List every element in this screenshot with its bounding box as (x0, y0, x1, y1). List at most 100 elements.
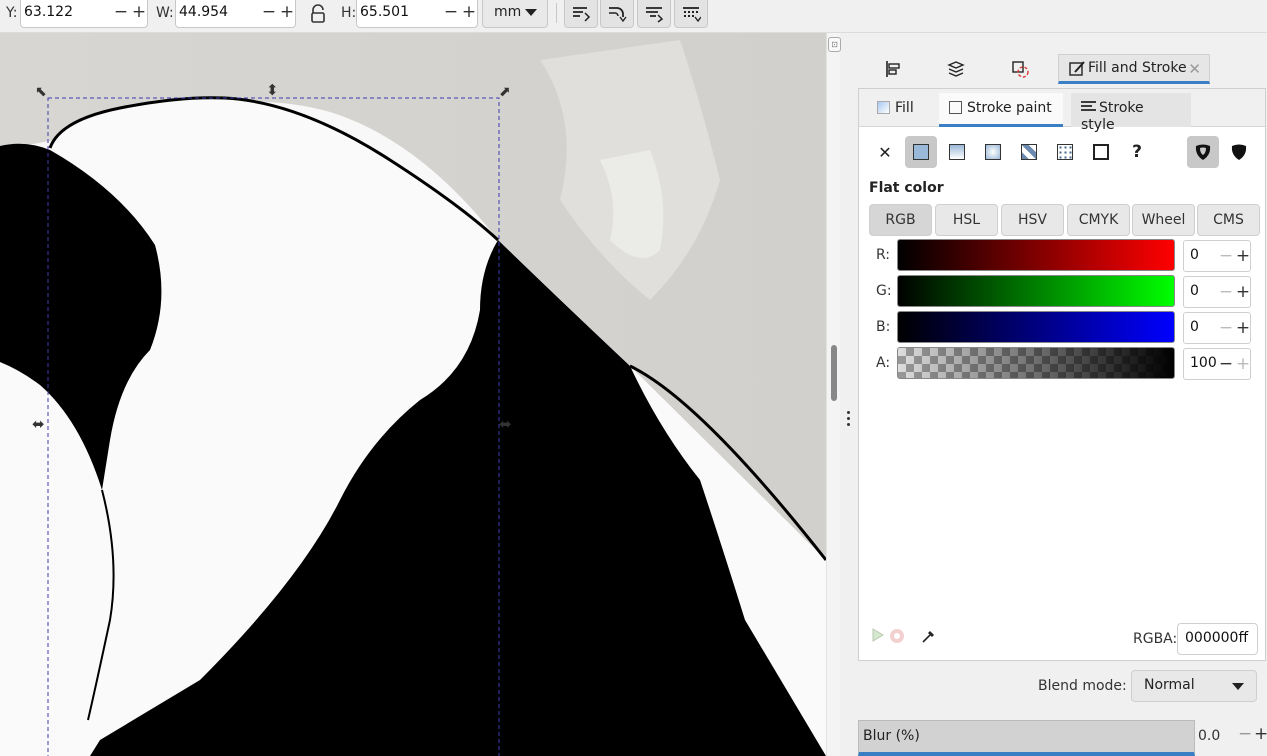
move-patterns-button[interactable] (674, 0, 708, 28)
tab-hsl[interactable]: HSL (935, 204, 998, 236)
tab-cmyk[interactable]: CMYK (1067, 204, 1130, 236)
fill-rule-evenodd-icon (1195, 144, 1211, 160)
red-value: 0 (1190, 247, 1199, 263)
flat-color-label: Flat color (869, 180, 944, 196)
tab-align-distribute[interactable] (868, 54, 918, 84)
no-paint-button[interactable]: ✕ (869, 136, 901, 168)
resize-handle-right[interactable]: ⬌ (499, 415, 512, 433)
radial-gradient-button[interactable] (977, 136, 1009, 168)
blur-decrement-button[interactable]: − (1238, 724, 1252, 744)
linear-gradient-button[interactable] (941, 136, 973, 168)
resize-handle-top[interactable]: ⬍ (266, 81, 279, 99)
blur-value[interactable]: 0.0 (1198, 728, 1220, 744)
blue-value: 0 (1190, 319, 1199, 335)
blue-label: B: (876, 319, 891, 335)
h-increment-button[interactable]: + (460, 1, 478, 25)
resize-handle-left[interactable]: ⬌ (32, 415, 45, 433)
tab-cms[interactable]: CMS (1197, 204, 1260, 236)
fill-rule-nonzero-button[interactable] (1223, 136, 1255, 168)
tab-hsv[interactable]: HSV (1001, 204, 1064, 236)
h-label: H: (341, 5, 357, 21)
drawing-canvas[interactable]: ⬉ ⬍ ⬈ ⬌ ⬌ (0, 33, 826, 756)
green-spinbox[interactable]: 0 − + (1183, 276, 1251, 308)
stroke-paint-icon (949, 101, 962, 114)
alpha-spinbox[interactable]: 100 − + (1183, 348, 1251, 380)
red-slider[interactable] (897, 239, 1175, 271)
red-decrement-button[interactable]: − (1218, 243, 1234, 269)
scrollbar-thumb[interactable] (831, 345, 837, 401)
move-patterns-icon (683, 6, 701, 22)
tab-stroke-style[interactable]: Stroke style (1071, 93, 1191, 133)
radial-gradient-icon (985, 144, 1001, 160)
resize-handle-top-left[interactable]: ⬉ (35, 84, 47, 100)
h-decrement-button[interactable]: − (442, 1, 460, 25)
green-decrement-button[interactable]: − (1218, 279, 1234, 305)
scale-stroke-icon (573, 6, 591, 22)
unset-paint-button[interactable]: ? (1121, 136, 1153, 168)
x-icon: ✕ (878, 142, 892, 162)
tab-fill-and-stroke[interactable]: Fill and Stroke ✕ (1058, 54, 1210, 84)
pattern-button[interactable] (1049, 136, 1081, 168)
flat-color-icon (913, 144, 929, 160)
red-spinbox[interactable]: 0 − + (1183, 240, 1251, 272)
alpha-increment-button[interactable]: + (1235, 351, 1251, 377)
move-gradients-button[interactable] (637, 0, 671, 28)
resize-handle-top-right[interactable]: ⬈ (499, 84, 511, 100)
alpha-decrement-button[interactable]: − (1218, 351, 1234, 377)
green-channel-row: G: 0 − + (869, 275, 1261, 308)
unit-value: mm (494, 4, 522, 20)
toolbar-separator (556, 3, 557, 23)
color-mode-tabs: RGB HSL HSV CMYK Wheel CMS (869, 204, 1261, 236)
linear-gradient-icon (949, 144, 965, 160)
scale-corners-icon (609, 6, 627, 22)
tab-stroke-paint[interactable]: Stroke paint (939, 93, 1063, 127)
tool-controls-bar: Y: 63.122 − + W: 44.954 − + H: 65.501 − … (0, 0, 1267, 33)
panel-resize-handle[interactable] (841, 33, 856, 756)
y-increment-button[interactable]: + (130, 1, 148, 25)
tab-wheel[interactable]: Wheel (1132, 204, 1195, 236)
canvas-artwork (0, 33, 826, 756)
fill-stroke-icon (1069, 60, 1085, 76)
fill-icon (877, 101, 890, 114)
red-channel-row: R: 0 − + (869, 239, 1261, 272)
blue-spinbox[interactable]: 0 − + (1183, 312, 1251, 344)
blur-slider[interactable]: Blur (%) (858, 720, 1195, 756)
chevron-down-icon (525, 9, 537, 16)
lock-guides-icon[interactable]: ⊡ (828, 37, 841, 52)
close-icon[interactable]: ✕ (1188, 60, 1201, 78)
w-value: 44.954 (179, 4, 228, 20)
fill-rule-evenodd-button[interactable] (1187, 136, 1219, 168)
alpha-slider[interactable] (897, 347, 1175, 379)
flat-color-button[interactable] (905, 136, 937, 168)
canvas-vertical-scrollbar[interactable]: ⊡ (826, 33, 841, 756)
blue-slider[interactable] (897, 311, 1175, 343)
eyedropper-icon[interactable] (921, 628, 937, 648)
swatch-button[interactable] (1085, 136, 1117, 168)
unit-select[interactable]: mm (482, 0, 548, 28)
mesh-gradient-button[interactable] (1013, 136, 1045, 168)
green-increment-button[interactable]: + (1235, 279, 1251, 305)
tab-transform[interactable] (995, 54, 1045, 84)
y-label: Y: (6, 5, 18, 21)
w-increment-button[interactable]: + (278, 1, 296, 25)
lock-ratio-icon[interactable] (309, 4, 327, 28)
tab-layers[interactable] (931, 54, 981, 84)
blur-increment-button[interactable]: + (1254, 724, 1267, 744)
tab-fill-label: Fill (895, 100, 914, 116)
scale-stroke-button[interactable] (564, 0, 598, 28)
blue-decrement-button[interactable]: − (1218, 315, 1234, 341)
red-increment-button[interactable]: + (1235, 243, 1251, 269)
blend-mode-select[interactable]: Normal (1131, 670, 1257, 702)
y-decrement-button[interactable]: − (112, 1, 130, 25)
w-decrement-button[interactable]: − (260, 1, 278, 25)
paint-target-tabs: Fill Stroke paint Stroke style (859, 89, 1265, 133)
inkscape-window: Y: 63.122 − + W: 44.954 − + H: 65.501 − … (0, 0, 1267, 756)
scale-corners-button[interactable] (600, 0, 634, 28)
out-of-gamut-icon (889, 628, 905, 648)
align-distribute-icon (886, 61, 900, 77)
tab-rgb[interactable]: RGB (869, 204, 932, 236)
tab-fill[interactable]: Fill (867, 93, 924, 127)
rgba-field[interactable]: 000000ff (1177, 623, 1258, 655)
blue-increment-button[interactable]: + (1235, 315, 1251, 341)
green-slider[interactable] (897, 275, 1175, 307)
